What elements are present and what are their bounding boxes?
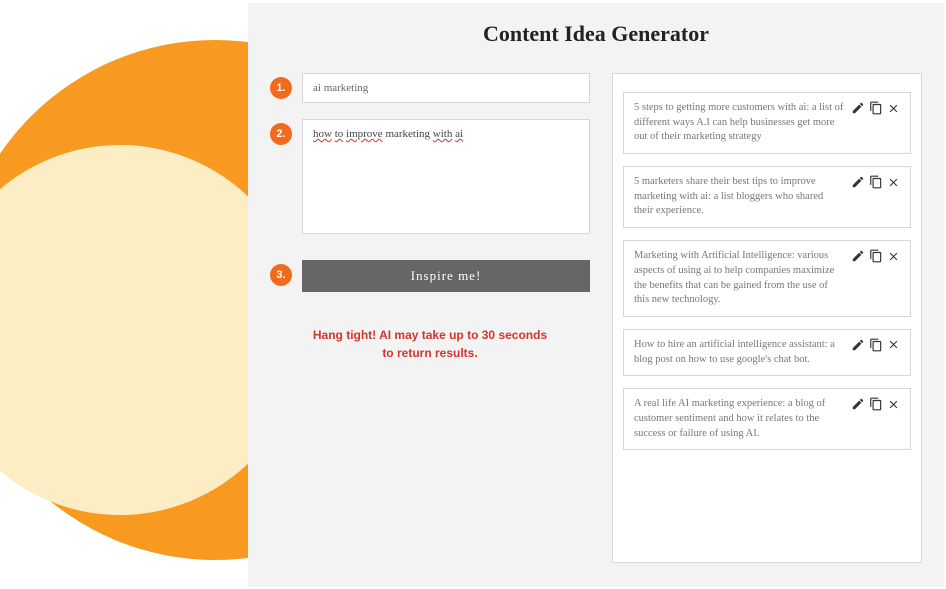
step-1-row: 1. <box>270 73 590 103</box>
page-title: Content Idea Generator <box>270 21 922 47</box>
inspire-button[interactable]: Inspire me! <box>302 260 590 292</box>
step-2-row: 2. how to improve marketing with ai <box>270 119 590 234</box>
status-message: Hang tight! AI may take up to 30 seconds… <box>270 326 590 362</box>
edit-icon[interactable] <box>851 338 865 352</box>
details-textarea[interactable]: how to improve marketing with ai <box>302 119 590 234</box>
result-text: How to hire an artificial intelligence a… <box>634 338 845 367</box>
status-line-2: to return results. <box>382 346 477 360</box>
result-card: 5 marketers share their best tips to imp… <box>623 166 911 228</box>
close-icon[interactable] <box>887 176 900 189</box>
copy-icon[interactable] <box>869 249 883 263</box>
step-3-badge: 3. <box>270 264 292 286</box>
result-card: How to hire an artificial intelligence a… <box>623 329 911 376</box>
copy-icon[interactable] <box>869 101 883 115</box>
edit-icon[interactable] <box>851 249 865 263</box>
step-3-row: 3. Inspire me! <box>270 260 590 292</box>
edit-icon[interactable] <box>851 175 865 189</box>
status-line-1: Hang tight! AI may take up to 30 seconds <box>313 328 547 342</box>
close-icon[interactable] <box>887 102 900 115</box>
close-icon[interactable] <box>887 338 900 351</box>
input-column: 1. 2. how to improve marketing with ai 3… <box>270 73 590 563</box>
result-card: Marketing with Artificial Intelligence: … <box>623 240 911 317</box>
copy-icon[interactable] <box>869 397 883 411</box>
result-card: A real life AI marketing experience: a b… <box>623 388 911 450</box>
result-card: 5 steps to getting more customers with a… <box>623 92 911 154</box>
copy-icon[interactable] <box>869 338 883 352</box>
result-text: A real life AI marketing experience: a b… <box>634 397 845 441</box>
edit-icon[interactable] <box>851 397 865 411</box>
copy-icon[interactable] <box>869 175 883 189</box>
step-2-badge: 2. <box>270 123 292 145</box>
app-panel: Content Idea Generator 1. 2. how to impr… <box>248 3 944 587</box>
result-text: Marketing with Artificial Intelligence: … <box>634 249 845 308</box>
result-text: 5 marketers share their best tips to imp… <box>634 175 845 219</box>
close-icon[interactable] <box>887 398 900 411</box>
topic-input[interactable] <box>302 73 590 103</box>
step-1-badge: 1. <box>270 77 292 99</box>
edit-icon[interactable] <box>851 101 865 115</box>
close-icon[interactable] <box>887 250 900 263</box>
result-text: 5 steps to getting more customers with a… <box>634 101 845 145</box>
results-column: 5 steps to getting more customers with a… <box>612 73 922 563</box>
